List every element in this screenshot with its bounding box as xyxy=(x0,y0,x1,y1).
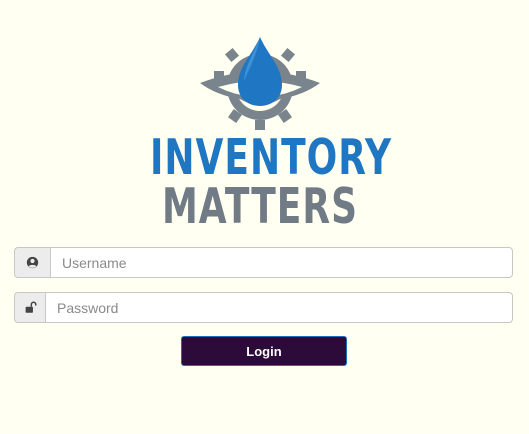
brand-logo: INVENTORY MATTERS xyxy=(150,35,393,236)
username-row xyxy=(14,247,513,278)
unlock-icon xyxy=(25,301,37,313)
username-input[interactable] xyxy=(51,247,513,278)
user-icon xyxy=(26,256,39,269)
password-row xyxy=(14,292,513,323)
password-addon xyxy=(14,292,46,323)
water-drop-gear-logo-icon xyxy=(200,37,320,130)
password-input[interactable] xyxy=(46,292,513,323)
login-button[interactable]: Login xyxy=(181,336,347,366)
brand-name-line-1: INVENTORY xyxy=(150,131,393,187)
username-addon xyxy=(14,247,51,278)
brand-name-line-2: MATTERS xyxy=(161,180,359,236)
